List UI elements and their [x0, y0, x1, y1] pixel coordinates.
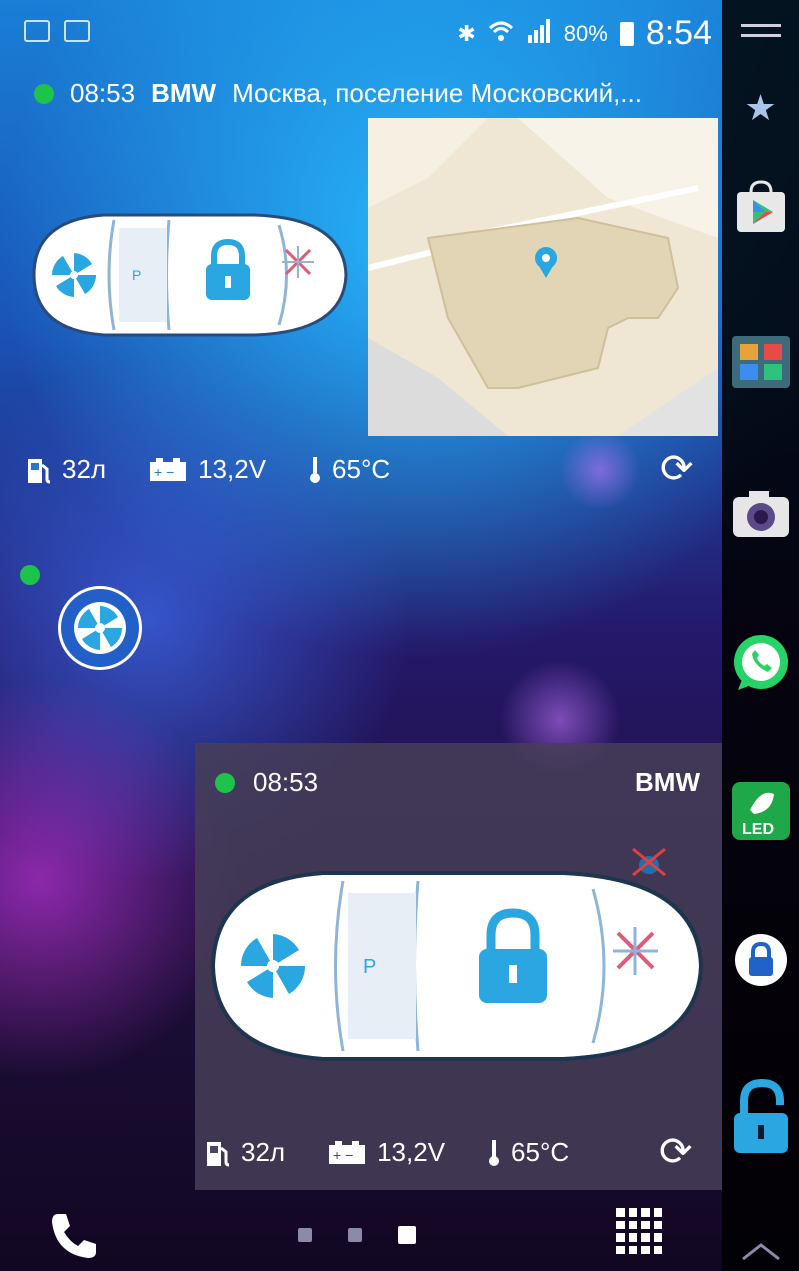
refresh-icon[interactable]: ⟳: [660, 446, 694, 492]
status-indicator: [34, 83, 54, 104]
parking-icon: P: [363, 956, 376, 978]
fuel-value: 32л: [241, 1137, 286, 1167]
fan-icon: [74, 602, 126, 654]
bluetooth-icon: ✱: [457, 20, 476, 46]
lock-app-icon[interactable]: [722, 930, 799, 990]
led-icon[interactable]: LED: [722, 778, 799, 844]
battery-voltage: + − 13,2V: [148, 454, 266, 485]
page-dot-home[interactable]: [298, 1228, 312, 1242]
battery-voltage: + − 13,2V: [327, 1137, 445, 1168]
chevron-up-icon[interactable]: [722, 1240, 799, 1264]
battery-icon: [619, 21, 634, 46]
app-drawer-icon[interactable]: [616, 1208, 662, 1254]
refresh-icon[interactable]: ⟳: [659, 1129, 693, 1175]
heated-seat-icon: [282, 246, 314, 278]
signal-percent: 80%: [563, 20, 608, 46]
page-indicator: [298, 1226, 416, 1244]
star-icon[interactable]: ★: [722, 87, 799, 128]
status-indicator: [215, 772, 235, 793]
parking-icon: P: [132, 267, 141, 283]
fuel-level: 32л: [205, 1137, 285, 1168]
svg-text:LED: LED: [742, 821, 774, 838]
thermometer-icon: [310, 456, 321, 483]
fuel-pump-icon: [28, 458, 51, 483]
status-bar: ✱ 80% 8:54: [0, 0, 722, 64]
phone-icon[interactable]: [48, 1210, 100, 1262]
car-top-view[interactable]: P: [203, 851, 708, 1081]
whatsapp-icon[interactable]: [722, 630, 799, 696]
fuel-pump-icon: [207, 1141, 230, 1166]
camera-icon[interactable]: [722, 484, 799, 542]
mail-icon: [24, 20, 50, 42]
image-icon: [64, 20, 90, 42]
page-dot-active[interactable]: [398, 1226, 416, 1244]
engine-temperature: 65°C: [487, 1137, 569, 1168]
fuel-value: 32л: [62, 454, 107, 484]
car-status-widget[interactable]: 08:53 BMW P 32л + − 13,2V 65°C ⟳: [195, 743, 722, 1190]
car-battery-icon: + −: [329, 1140, 366, 1164]
fan-icon: [240, 934, 306, 998]
battery-value: 13,2V: [198, 454, 267, 484]
widget-time: 08:53: [253, 767, 319, 797]
temperature-value: 65°C: [511, 1137, 570, 1167]
fan-button[interactable]: [58, 586, 142, 670]
car-top-view[interactable]: P: [24, 200, 354, 350]
engine-temperature: 65°C: [308, 454, 390, 485]
svg-text:+ −: + −: [154, 464, 174, 480]
heated-seat-icon: [613, 927, 658, 975]
wifi-icon: [488, 20, 514, 48]
widget-time: 08:53: [70, 78, 136, 108]
car-brand: BMW: [635, 767, 700, 797]
side-dock: ★ LED: [722, 0, 799, 1271]
play-store-icon[interactable]: [722, 178, 799, 238]
location-map[interactable]: [368, 118, 718, 436]
fan-icon: [52, 253, 96, 297]
battery-value: 13,2V: [377, 1137, 446, 1167]
bug-icon: [632, 847, 666, 877]
folder-icon[interactable]: [722, 328, 799, 394]
svg-text:+ −: + −: [333, 1147, 353, 1163]
menu-icon[interactable]: [722, 18, 799, 48]
car-brand: BMW: [151, 78, 217, 108]
thermometer-icon: [489, 1139, 500, 1166]
fuel-level: 32л: [26, 454, 106, 485]
clock: 8:54: [645, 14, 712, 52]
cellular-icon: [526, 18, 552, 49]
car-location: Москва, поселение Московский,...: [232, 78, 642, 108]
car-status-widget-large[interactable]: 08:53 BMW Москва, поселение Московский,.…: [20, 70, 722, 510]
page-dot[interactable]: [348, 1228, 362, 1242]
car-battery-icon: + −: [150, 457, 187, 481]
padlock-icon[interactable]: [722, 1078, 799, 1158]
temperature-value: 65°C: [332, 454, 391, 484]
status-indicator: [20, 565, 40, 585]
